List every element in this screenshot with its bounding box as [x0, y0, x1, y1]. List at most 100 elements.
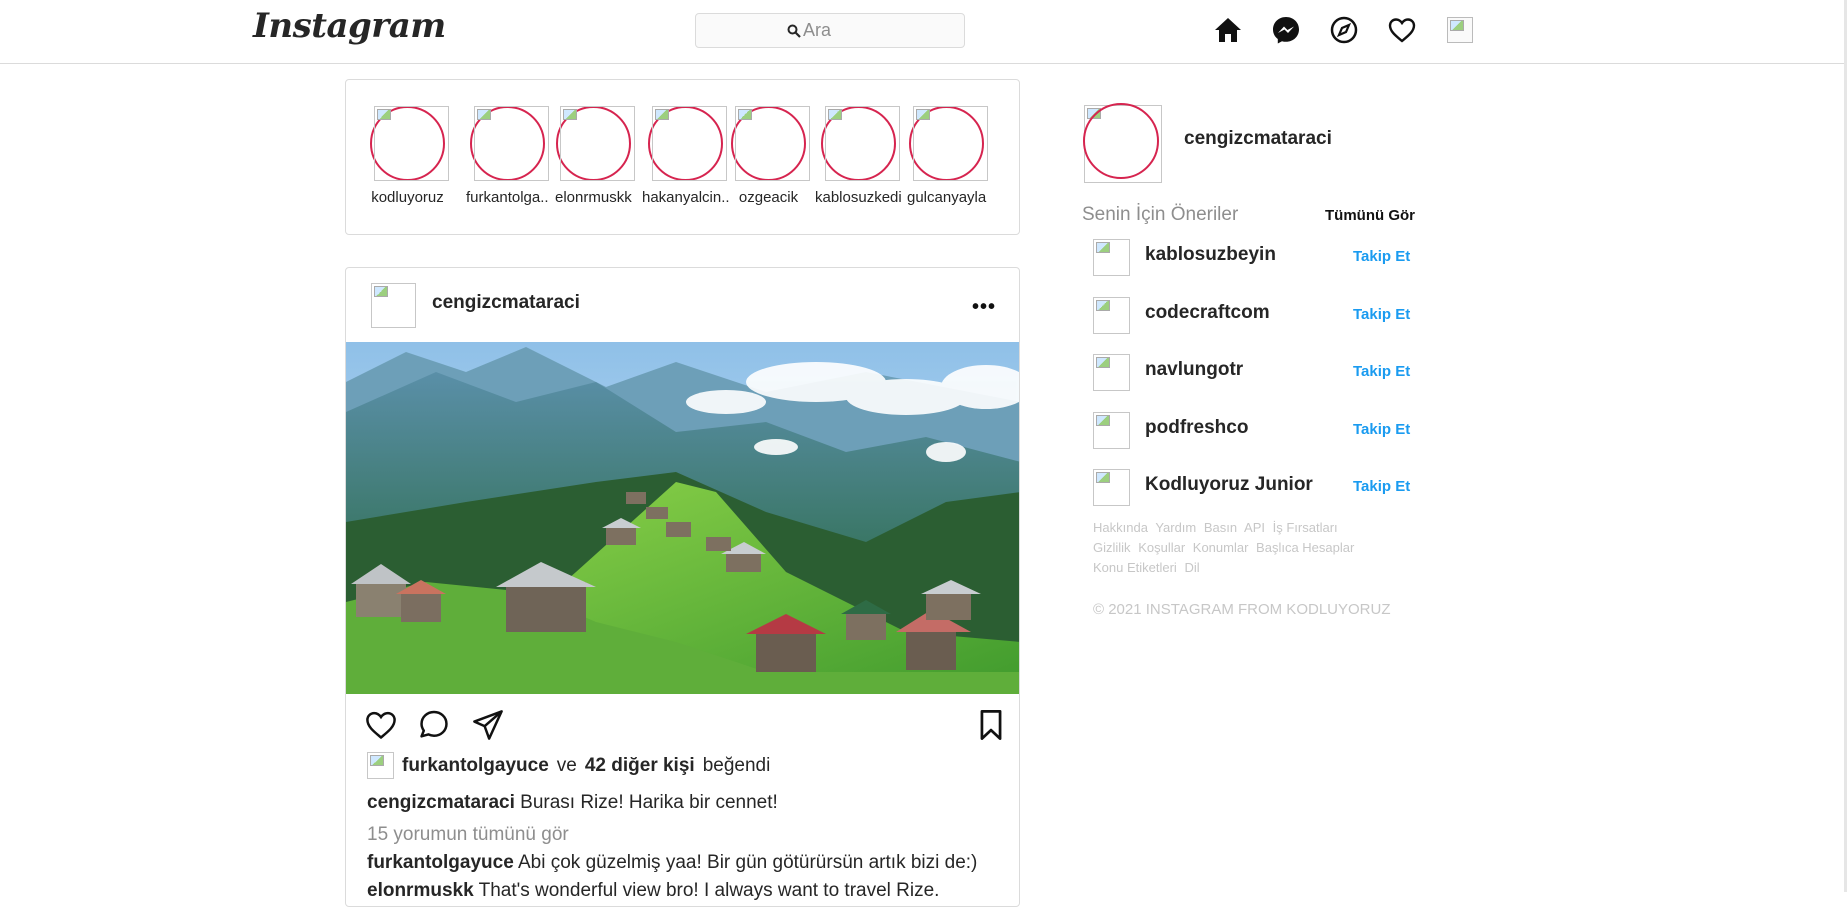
caption-text: Burası Rize! Harika bir cennet! [520, 792, 778, 813]
story-avatar [374, 106, 449, 181]
suggestion-username[interactable]: navlungotr [1145, 359, 1243, 381]
story-item[interactable]: furkantolga.. [466, 106, 549, 206]
story-avatar [652, 106, 728, 181]
suggestion-username[interactable]: codecraftcom [1145, 302, 1270, 324]
home-icon[interactable] [1213, 15, 1243, 45]
broken-image-icon [370, 755, 384, 766]
heart-icon[interactable] [1387, 15, 1417, 45]
footer-link[interactable]: Konumlar [1193, 540, 1249, 555]
explore-icon[interactable] [1329, 15, 1359, 45]
liker-avatar[interactable] [367, 752, 394, 779]
footer-link[interactable]: İş Fırsatları [1273, 520, 1338, 535]
follow-button[interactable]: Takip Et [1353, 478, 1410, 495]
footer-link[interactable]: Yardım [1155, 520, 1196, 535]
post-caption: cengizcmataraci Burası Rize! Harika bir … [367, 792, 778, 814]
broken-image-icon [1096, 242, 1110, 253]
suggestion-avatar[interactable] [1093, 297, 1130, 334]
likes-suffix: beğendi [702, 754, 771, 776]
story-ring [555, 106, 635, 181]
story-item[interactable]: kodluyoruz [370, 106, 449, 206]
suggestion-username[interactable]: Kodluyoruz Junior [1145, 474, 1313, 496]
story-avatar [824, 106, 900, 181]
story-username: furkantolga.. [466, 189, 549, 206]
story-username: hakanyalcin.. [642, 189, 730, 206]
broken-image-icon [374, 286, 388, 297]
footer-link[interactable]: Konu Etiketleri [1093, 560, 1177, 575]
comment-text: That's wonderful view bro! I always want… [478, 880, 940, 901]
story-ring [731, 106, 810, 181]
suggestion-item: kablosuzbeyin Takip Et [1093, 239, 1413, 279]
see-all-button[interactable]: Tümünü Gör [1325, 207, 1415, 224]
more-options-icon[interactable]: ••• [972, 296, 996, 319]
story-ring [648, 106, 728, 181]
messenger-icon[interactable] [1271, 15, 1301, 45]
story-item[interactable]: hakanyalcin.. [642, 106, 730, 206]
footer-link[interactable]: Gizlilik [1093, 540, 1131, 555]
comment: furkantolgayuce Abi çok güzelmiş yaa! Bi… [367, 852, 977, 874]
bookmark-icon[interactable] [974, 708, 1008, 742]
footer-link[interactable]: Basın [1204, 520, 1237, 535]
footer-link[interactable]: Koşullar [1138, 540, 1185, 555]
story-avatar [913, 106, 989, 181]
share-icon[interactable] [471, 708, 505, 742]
like-icon[interactable] [364, 708, 398, 742]
suggestion-avatar[interactable] [1093, 469, 1130, 506]
story-item[interactable]: ozgeacik [731, 106, 810, 206]
liker-username[interactable]: furkantolgayuce [402, 755, 549, 777]
post-likes: furkantolgayuce ve 42 diğer kişi beğendi [367, 752, 770, 779]
search-icon [787, 24, 801, 38]
footer-link[interactable]: Hakkında [1093, 520, 1148, 535]
instagram-logo[interactable]: Instagram [253, 6, 446, 46]
story-ring [909, 106, 989, 181]
caption-username[interactable]: cengizcmataraci [367, 792, 515, 813]
footer-link[interactable]: Dil [1184, 560, 1199, 575]
comment-icon[interactable] [417, 708, 451, 742]
suggestion-avatar[interactable] [1093, 412, 1130, 449]
nav-icons [1213, 14, 1475, 46]
footer-link[interactable]: API [1244, 520, 1265, 535]
broken-image-icon [738, 109, 752, 120]
comment-username[interactable]: elonrmuskk [367, 880, 474, 901]
search-box[interactable] [695, 13, 965, 48]
broken-image-icon [562, 109, 577, 120]
story-ring [820, 106, 900, 181]
story-ring [469, 106, 549, 181]
comment-username[interactable]: furkantolgayuce [367, 852, 514, 873]
story-username: gulcanyayla [907, 189, 987, 206]
likes-others-count[interactable]: 42 diğer kişi [585, 755, 695, 777]
follow-button[interactable]: Takip Et [1353, 306, 1410, 323]
suggestion-username[interactable]: podfreshco [1145, 417, 1248, 439]
likes-connector: ve [556, 754, 577, 776]
profile-avatar[interactable] [1445, 15, 1475, 45]
post-author-avatar[interactable] [371, 283, 416, 328]
suggestion-username[interactable]: kablosuzbeyin [1145, 244, 1276, 266]
story-ring [1083, 103, 1159, 179]
follow-button[interactable]: Takip Et [1353, 248, 1410, 265]
broken-image-icon [377, 109, 391, 120]
follow-button[interactable]: Takip Et [1353, 421, 1410, 438]
avatar [1447, 17, 1473, 43]
story-item[interactable]: kablosuzkedi [815, 106, 902, 206]
broken-image-icon [1096, 300, 1110, 311]
story-item[interactable]: gulcanyayla [907, 106, 989, 206]
suggestion-avatar[interactable] [1093, 239, 1130, 276]
broken-image-icon [916, 109, 931, 120]
story-item[interactable]: elonrmuskk [555, 106, 635, 206]
footer-link[interactable]: Başlıca Hesaplar [1256, 540, 1354, 555]
post-photo[interactable] [346, 342, 1019, 694]
stories-bar: kodluyoruz furkantolga.. elonrmuskk haka… [345, 79, 1020, 235]
top-navbar: Instagram [0, 0, 1847, 64]
broken-image-icon [1096, 472, 1110, 483]
broken-image-icon [827, 109, 842, 120]
story-username: kodluyoruz [371, 189, 444, 206]
follow-button[interactable]: Takip Et [1353, 363, 1410, 380]
story-avatar [735, 106, 810, 181]
post-author-username[interactable]: cengizcmataraci [432, 292, 580, 314]
view-all-comments-link[interactable]: 15 yorumun tümünü gör [367, 824, 569, 846]
footer-links: Hakkında Yardım Basın API İş Fırsatları … [1093, 518, 1383, 578]
current-user-username[interactable]: cengizcmataraci [1184, 128, 1332, 150]
feed-post: cengizcmataraci ••• furkantolgayuce ve 4… [345, 267, 1020, 907]
suggestion-item: navlungotr Takip Et [1093, 354, 1413, 394]
suggestion-avatar[interactable] [1093, 354, 1130, 391]
search-input[interactable] [803, 20, 873, 41]
